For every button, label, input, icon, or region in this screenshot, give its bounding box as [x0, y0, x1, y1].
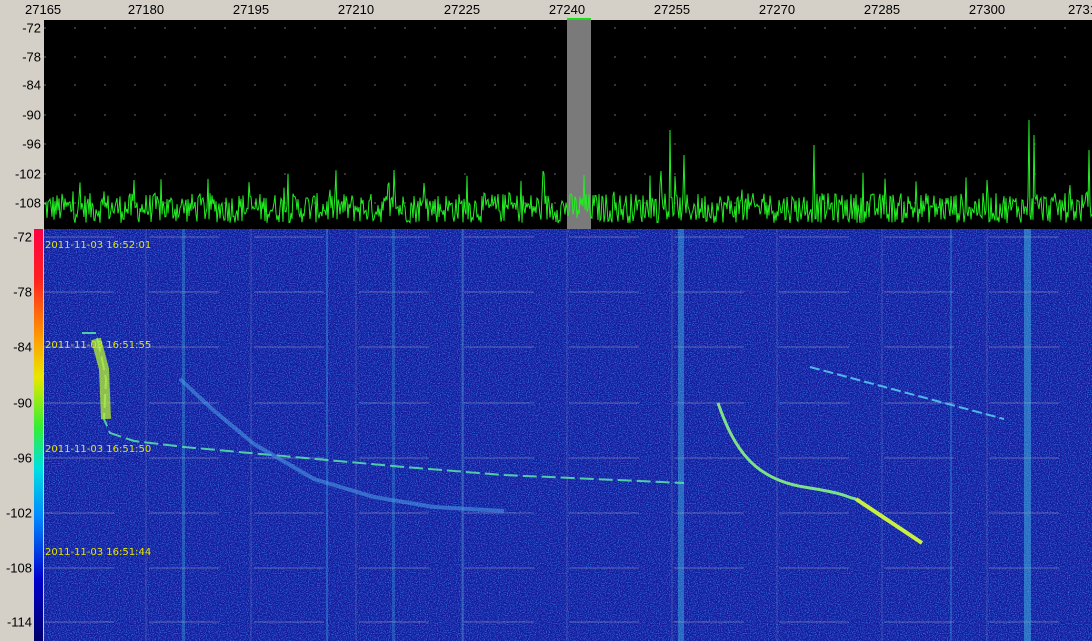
- db-tick: -78: [13, 284, 32, 300]
- frequency-tick: 27180: [127, 2, 165, 17]
- frequency-tick: 27255: [653, 2, 691, 17]
- db-tick: -72: [22, 20, 41, 36]
- signal-streak: [182, 229, 185, 641]
- db-tick: -108: [5, 560, 32, 576]
- frequency-tick: 27225: [443, 2, 481, 17]
- signal-streak: [678, 229, 684, 641]
- db-tick: -108: [14, 195, 41, 211]
- spectrum-plot: [44, 20, 1092, 229]
- frequency-tick: 27300: [968, 2, 1006, 17]
- frequency-tick: 27270: [758, 2, 796, 17]
- signal-streak: [1024, 229, 1031, 641]
- color-scale-bar: [34, 229, 43, 641]
- db-tick: -96: [22, 136, 41, 152]
- frequency-tick: 27165: [25, 2, 62, 17]
- signal-streak: [950, 229, 952, 641]
- frequency-tick: 27210: [337, 2, 375, 17]
- frequency-tick: 27285: [863, 2, 901, 17]
- db-tick: -96: [13, 450, 32, 466]
- db-tick: -72: [13, 229, 32, 245]
- spectrum-db-axis: -72 -78 -84 -90 -96 -102 -108: [0, 20, 44, 229]
- tuned-band-highlight[interactable]: [567, 20, 591, 229]
- frequency-axis: 27165 27180 27195 27210 27225 27240 2725…: [0, 0, 1092, 20]
- frequency-tick: 27315: [1068, 2, 1092, 17]
- db-tick: -78: [22, 49, 41, 65]
- db-tick: -114: [6, 614, 32, 630]
- db-tick: -90: [13, 395, 32, 411]
- signal-streak: [326, 229, 328, 641]
- timestamp-label: 2011-11-03 16:51:55: [45, 340, 152, 351]
- frequency-tick: 27195: [232, 2, 270, 17]
- waterfall-display[interactable]: 2011-11-03 16:52:01 2011-11-03 16:51:55 …: [44, 229, 1092, 641]
- db-tick: -90: [22, 107, 41, 123]
- spectrum-display[interactable]: [44, 20, 1092, 229]
- db-tick: -102: [14, 166, 41, 182]
- frequency-tick: 27240: [548, 2, 586, 17]
- signal-streak: [392, 229, 395, 641]
- waterfall-plot: [44, 229, 1092, 641]
- db-tick: -84: [13, 339, 32, 355]
- timestamp-label: 2011-11-03 16:52:01: [45, 240, 152, 251]
- db-tick: -84: [22, 77, 41, 93]
- timestamp-label: 2011-11-03 16:51:44: [45, 547, 152, 558]
- db-tick: -102: [5, 505, 32, 521]
- timestamp-label: 2011-11-03 16:51:50: [45, 444, 152, 455]
